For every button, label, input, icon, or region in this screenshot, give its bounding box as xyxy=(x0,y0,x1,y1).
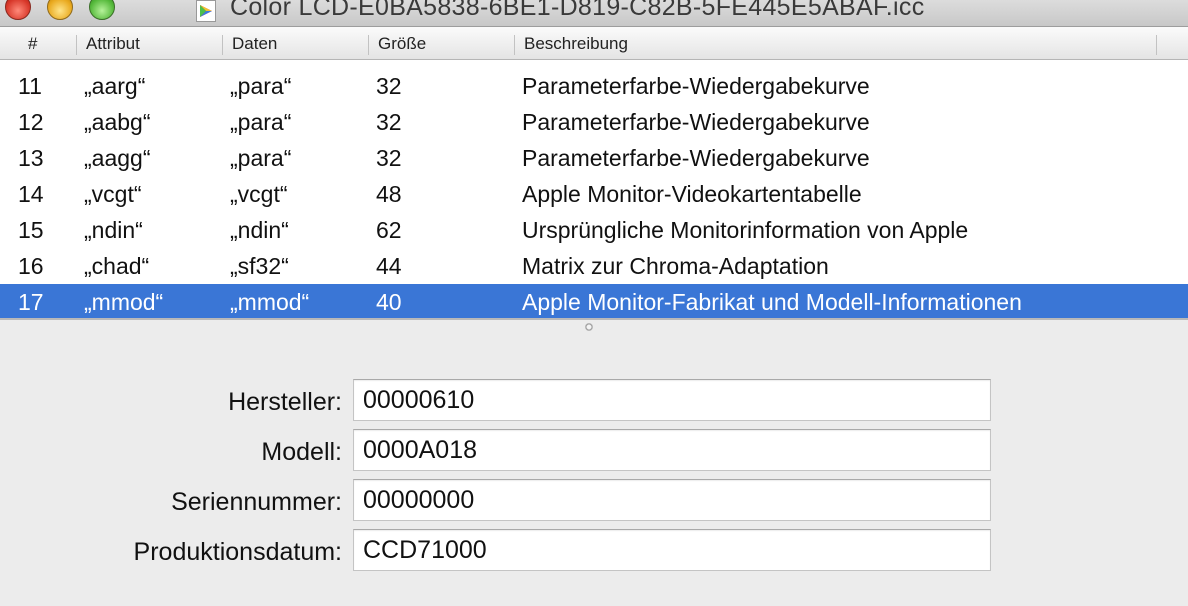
row-description: Parameterfarbe-Wiedergabekurve xyxy=(522,73,870,99)
table-row[interactable]: 11 „aarg“ „para“ 32 Parameterfarbe-Wiede… xyxy=(0,68,1188,104)
table-row[interactable]: 15 „ndin“ „ndin“ 62 Ursprüngliche Monito… xyxy=(0,212,1188,248)
row-number: 17 xyxy=(18,289,44,315)
tag-table[interactable]: 11 „aarg“ „para“ 32 Parameterfarbe-Wiede… xyxy=(0,60,1188,318)
column-header-data[interactable]: Daten xyxy=(232,27,277,59)
model-field[interactable] xyxy=(353,429,991,471)
row-attribute: „aarg“ xyxy=(84,73,146,99)
row-attribute: „aagg“ xyxy=(84,145,151,171)
row-number: 14 xyxy=(18,181,44,207)
row-size: 32 xyxy=(376,73,402,99)
table-header: # Attribut Daten Größe Beschreibung xyxy=(0,27,1188,60)
column-header-description[interactable]: Beschreibung xyxy=(524,27,628,59)
row-size: 32 xyxy=(376,145,402,171)
column-header-attribute[interactable]: Attribut xyxy=(86,27,140,59)
row-data: „para“ xyxy=(230,109,292,135)
title-bar: Color LCD-E0BA5838-6BE1-D819-C82B-5FE445… xyxy=(0,0,1188,27)
production-date-label: Produktionsdatum: xyxy=(133,538,342,566)
row-number: 13 xyxy=(18,145,44,171)
row-data: „para“ xyxy=(230,145,292,171)
column-header-size[interactable]: Größe xyxy=(378,27,426,59)
manufacturer-field[interactable] xyxy=(353,379,991,421)
row-data: „sf32“ xyxy=(230,253,289,279)
row-description: Apple Monitor-Videokartentabelle xyxy=(522,181,862,207)
row-data: „para“ xyxy=(230,73,292,99)
table-row[interactable]: 13 „aagg“ „para“ 32 Parameterfarbe-Wiede… xyxy=(0,140,1188,176)
row-description: Apple Monitor-Fabrikat und Modell-Inform… xyxy=(522,289,1022,315)
window-title: Color LCD-E0BA5838-6BE1-D819-C82B-5FE445… xyxy=(230,0,925,21)
row-attribute: „aabg“ xyxy=(84,109,151,135)
row-attribute: „vcgt“ xyxy=(84,181,142,207)
close-window-button[interactable] xyxy=(5,0,31,20)
row-number: 11 xyxy=(18,73,42,99)
production-date-field[interactable] xyxy=(353,529,991,571)
row-number: 16 xyxy=(18,253,44,279)
column-divider[interactable] xyxy=(76,35,77,55)
minimize-window-button[interactable] xyxy=(47,0,73,20)
model-label: Modell: xyxy=(261,438,342,466)
column-divider[interactable] xyxy=(514,35,515,55)
row-data: „ndin“ xyxy=(230,217,289,243)
row-attribute: „chad“ xyxy=(84,253,150,279)
row-description: Ursprüngliche Monitorinformation von App… xyxy=(522,217,969,243)
row-size: 44 xyxy=(376,253,402,279)
partially-scrolled-row xyxy=(0,60,1188,62)
column-divider[interactable] xyxy=(222,35,223,55)
row-size: 32 xyxy=(376,109,402,135)
zoom-window-button[interactable] xyxy=(89,0,115,20)
row-number: 15 xyxy=(18,217,44,243)
serial-number-field[interactable] xyxy=(353,479,991,521)
row-size: 62 xyxy=(376,217,402,243)
row-data: „mmod“ xyxy=(230,289,310,315)
table-row[interactable]: 12 „aabg“ „para“ 32 Parameterfarbe-Wiede… xyxy=(0,104,1188,140)
row-size: 40 xyxy=(376,289,402,315)
row-attribute: „mmod“ xyxy=(84,289,164,315)
serial-number-label: Seriennummer: xyxy=(171,488,342,516)
colorsync-profile-icon[interactable] xyxy=(196,0,216,22)
split-view-handle-icon[interactable] xyxy=(585,323,593,331)
row-number: 12 xyxy=(18,109,44,135)
column-divider[interactable] xyxy=(368,35,369,55)
split-view-divider[interactable] xyxy=(0,318,1188,320)
table-row[interactable]: 14 „vcgt“ „vcgt“ 48 Apple Monitor-Videok… xyxy=(0,176,1188,212)
manufacturer-label: Hersteller: xyxy=(228,388,342,416)
row-data: „vcgt“ xyxy=(230,181,288,207)
row-size: 48 xyxy=(376,181,402,207)
table-row[interactable]: 16 „chad“ „sf32“ 44 Matrix zur Chroma-Ad… xyxy=(0,248,1188,284)
column-header-number[interactable]: # xyxy=(28,27,37,59)
row-description: Matrix zur Chroma-Adaptation xyxy=(522,253,829,279)
row-description: Parameterfarbe-Wiedergabekurve xyxy=(522,109,870,135)
column-divider[interactable] xyxy=(1156,35,1157,55)
row-description: Parameterfarbe-Wiedergabekurve xyxy=(522,145,870,171)
row-attribute: „ndin“ xyxy=(84,217,143,243)
table-row-selected[interactable]: 17 „mmod“ „mmod“ 40 Apple Monitor-Fabrik… xyxy=(0,284,1188,318)
